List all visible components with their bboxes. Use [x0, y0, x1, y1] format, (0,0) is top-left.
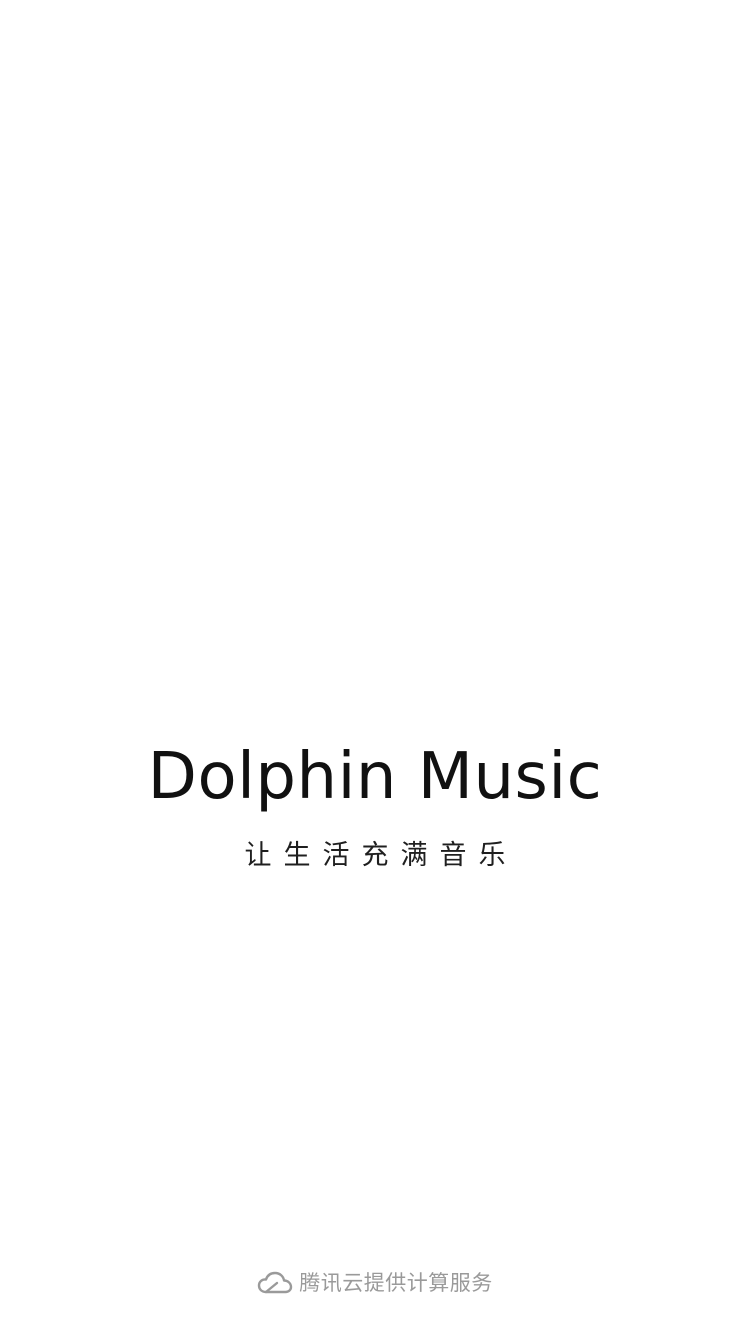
footer-provider: 腾讯云提供计算服务 — [0, 1266, 750, 1300]
cloud-icon — [257, 1270, 293, 1296]
footer-text: 腾讯云提供计算服务 — [299, 1271, 493, 1295]
splash-screen: Dolphin Music 让生活充满音乐 腾讯云提供计算服务 — [0, 0, 750, 1334]
app-title: Dolphin Music — [147, 740, 603, 814]
app-tagline: 让生活充满音乐 — [244, 840, 518, 871]
